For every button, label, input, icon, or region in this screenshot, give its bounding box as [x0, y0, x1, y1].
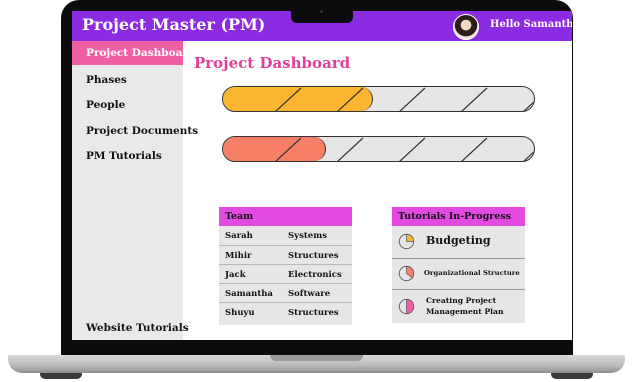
- sidebar-item-project-documents[interactable]: Project Documents: [72, 119, 198, 143]
- table-row: Shuyu Structures: [219, 302, 352, 322]
- member-name: Samantha: [225, 289, 273, 299]
- camera-icon: [320, 10, 323, 13]
- tutorial-label: Budgeting: [426, 234, 491, 247]
- tutorials-card: Tutorials In-Progress Budgeting Organiza…: [392, 207, 525, 323]
- laptop-base-notch: [270, 355, 363, 361]
- member-name: Shuyu: [225, 308, 255, 318]
- member-name: Mihir: [225, 251, 252, 261]
- member-team: Electronics: [288, 270, 342, 280]
- list-item[interactable]: Creating Project Management Plan: [392, 289, 525, 323]
- sidebar-item-website-tutorials[interactable]: Website Tutorials: [72, 317, 189, 340]
- table-row: Jack Electronics: [219, 264, 352, 284]
- member-team: Structures: [288, 251, 339, 261]
- sidebar-item-people[interactable]: People: [72, 93, 183, 117]
- team-card: Team Sarah Systems Mihir Structures Jack El…: [219, 207, 352, 325]
- app-title: Project Master (PM): [82, 15, 266, 34]
- sidebar-item-project-dashboard[interactable]: Project Dashboard: [72, 41, 195, 65]
- progress-bar: [222, 136, 535, 162]
- tutorial-label: Organizational Structure: [424, 269, 520, 277]
- laptop-frame: Project Master (PM) Hello Samantha! Proj…: [0, 0, 633, 382]
- laptop-foot-right: [551, 373, 593, 379]
- progress-pie-icon: [398, 298, 415, 315]
- table-row: Mihir Structures: [219, 245, 352, 265]
- member-name: Jack: [225, 270, 246, 280]
- progress-pie-icon: [398, 265, 415, 282]
- member-name: Sarah: [225, 231, 253, 241]
- member-team: Software: [288, 289, 331, 299]
- table-row: Sarah Systems: [219, 226, 352, 246]
- progress-bar-stripes: [275, 137, 534, 161]
- page-title: Project Dashboard: [194, 54, 351, 72]
- team-card-header: Team: [219, 207, 352, 226]
- sidebar-item-phases[interactable]: Phases: [72, 68, 183, 92]
- table-row: Samantha Software: [219, 283, 352, 303]
- app-screen: Project Master (PM) Hello Samantha! Proj…: [72, 11, 572, 340]
- list-item[interactable]: Budgeting: [392, 226, 525, 258]
- tutorials-card-header: Tutorials In-Progress: [392, 207, 525, 226]
- sidebar-item-pm-tutorials[interactable]: PM Tutorials: [72, 144, 183, 168]
- list-item[interactable]: Organizational Structure: [392, 258, 525, 289]
- user-greeting: Hello Samantha!: [490, 19, 572, 30]
- progress-bar: [222, 86, 535, 112]
- member-team: Structures: [288, 308, 339, 318]
- member-team: Systems: [288, 231, 327, 241]
- user-avatar[interactable]: [453, 14, 479, 40]
- sidebar: Project Dashboard Phases People Project …: [72, 41, 198, 340]
- camera-notch: [291, 6, 353, 23]
- progress-bar-stripes: [275, 87, 534, 111]
- progress-pie-icon: [398, 233, 415, 250]
- laptop-foot-left: [40, 373, 82, 379]
- tutorial-label: Creating Project Management Plan: [426, 296, 504, 316]
